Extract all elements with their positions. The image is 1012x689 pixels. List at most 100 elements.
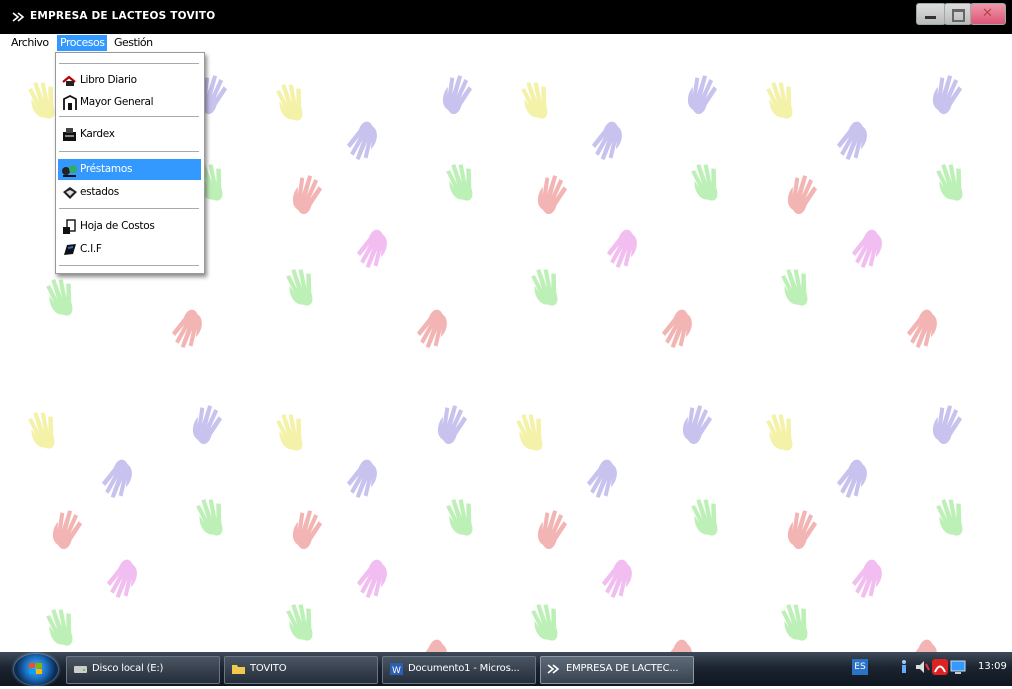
cif-icon (64, 244, 76, 255)
window-title: EMPRESA DE LACTEOS TOVITO (30, 10, 216, 22)
handprint-decoration (101, 459, 132, 498)
menu-separator (59, 208, 199, 209)
handprint-decoration (936, 498, 963, 536)
taskbar-item-label: Documento1 - Micros... (408, 663, 520, 674)
maximize-button[interactable] (944, 3, 972, 25)
menu-gestion[interactable]: Gestión (111, 35, 156, 51)
app-icon (12, 12, 25, 22)
handprint-decoration (787, 175, 818, 215)
handprint-decoration (936, 163, 963, 201)
handprint-decoration (286, 603, 313, 641)
handprint-decoration (46, 608, 73, 646)
handprint-decoration (516, 413, 543, 451)
adobe-reader-icon[interactable] (932, 659, 948, 675)
handprint-decoration (906, 639, 937, 652)
handprint-decoration (52, 510, 83, 550)
handprint-decoration (781, 603, 808, 641)
menu-item-label: Kardex (80, 128, 115, 140)
loan-icon (62, 165, 77, 177)
handprint-decoration (531, 603, 558, 641)
start-button[interactable] (14, 654, 58, 685)
handprint-decoration (416, 309, 447, 348)
handprint-decoration (171, 309, 202, 348)
minimize-button[interactable] (916, 3, 946, 25)
handprint-decoration (601, 559, 632, 598)
app-icon (547, 664, 560, 674)
menu-item-cif[interactable]: C.I.F (58, 239, 201, 260)
close-button[interactable] (970, 3, 1006, 25)
handprint-decoration (356, 229, 387, 268)
handprint-decoration (691, 163, 718, 201)
word-icon: W (390, 663, 403, 676)
taskbar-item-label: Disco local (E:) (92, 663, 164, 674)
taskbar-item-empresa-app[interactable]: EMPRESA DE LACTEC... (540, 656, 694, 684)
drive-icon (74, 666, 87, 673)
taskbar-item-tovito-folder[interactable]: TOVITO (224, 656, 378, 684)
kardex-icon (63, 128, 76, 141)
taskbar-item-local-disk[interactable]: Disco local (E:) (66, 656, 220, 684)
window-title-bar[interactable]: EMPRESA DE LACTEOS TOVITO (0, 0, 1012, 34)
handprint-decoration (276, 413, 303, 451)
handprint-decoration (932, 405, 963, 445)
handprint-decoration (787, 510, 818, 550)
handprint-decoration (906, 309, 937, 348)
handprint-decoration (46, 278, 73, 316)
menu-item-estados[interactable]: estados (58, 182, 201, 203)
handprint-decoration (766, 81, 793, 119)
taskbar-item-label: TOVITO (250, 663, 287, 674)
journal-icon (62, 75, 76, 86)
menu-item-prestamos[interactable]: Préstamos (58, 159, 201, 180)
menu-procesos[interactable]: Procesos (57, 35, 108, 51)
volume-icon[interactable] (914, 659, 930, 675)
handprint-decoration (292, 175, 323, 215)
menu-item-kardex[interactable]: Kardex (58, 124, 201, 145)
system-clock: 13:09 (978, 661, 1007, 672)
menu-item-label: Mayor General (80, 96, 154, 108)
handprint-decoration (537, 510, 568, 550)
menu-bar: Archivo Procesos Gestión (0, 34, 1012, 52)
handprint-decoration (106, 559, 137, 598)
handprint-decoration (446, 498, 473, 536)
handprint-decoration (28, 411, 55, 449)
handprint-decoration (437, 405, 468, 445)
handprint-decoration (276, 83, 303, 121)
handprint-decoration (442, 75, 473, 115)
menu-item-libro-diario[interactable]: Libro Diario (58, 70, 201, 91)
handprint-decoration (531, 268, 558, 306)
menu-item-mayor-general[interactable]: Mayor General (58, 92, 201, 113)
menu-item-label: Libro Diario (80, 74, 137, 86)
handprint-decoration (521, 81, 548, 119)
handprint-decoration (687, 75, 718, 115)
handprint-decoration (416, 639, 447, 652)
menu-separator (59, 63, 199, 64)
procesos-dropdown-menu: Libro Diario Mayor General Kardex Présta… (55, 52, 205, 274)
handprint-decoration (346, 121, 377, 160)
handprint-decoration (851, 559, 882, 598)
handprint-decoration (346, 459, 377, 498)
handprint-decoration (661, 639, 692, 652)
folder-icon (232, 665, 245, 674)
handprint-decoration (682, 405, 713, 445)
handprint-decoration (292, 510, 323, 550)
handprint-decoration (766, 413, 793, 451)
menu-item-label: Préstamos (80, 163, 133, 175)
menu-item-hoja-de-costos[interactable]: Hoja de Costos (58, 216, 201, 237)
handprint-decoration (446, 163, 473, 201)
menu-separator (59, 151, 199, 152)
handprint-decoration (836, 121, 867, 160)
statements-icon (63, 187, 77, 199)
menu-archivo[interactable]: Archivo (8, 35, 52, 51)
language-indicator[interactable]: ES (852, 659, 868, 675)
handprint-decoration (606, 229, 637, 268)
handprint-decoration (591, 121, 622, 160)
taskbar-item-word-document[interactable]: W Documento1 - Micros... (382, 656, 536, 684)
handprint-decoration (537, 175, 568, 215)
handprint-decoration (932, 75, 963, 115)
handprint-decoration (192, 405, 223, 445)
network-icon[interactable] (950, 659, 966, 675)
accessibility-icon[interactable] (896, 659, 912, 675)
handprint-decoration (586, 459, 617, 498)
windows-logo-icon (29, 663, 42, 674)
handprint-decoration (356, 559, 387, 598)
handprint-decoration (851, 229, 882, 268)
